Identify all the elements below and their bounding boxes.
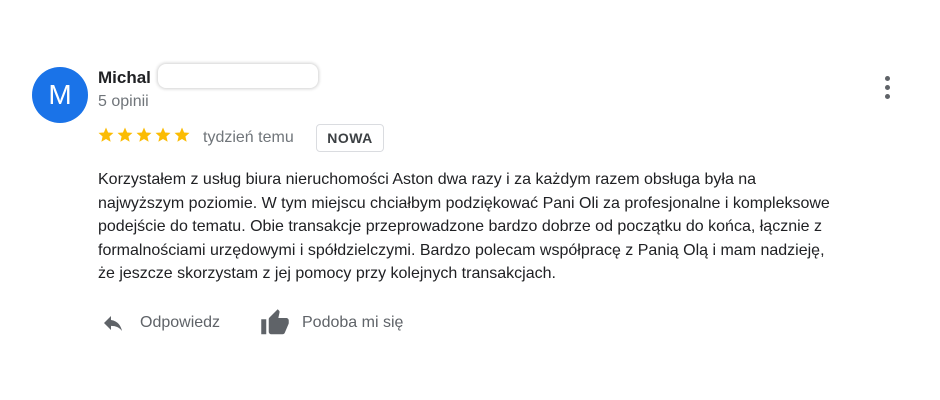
new-badge: NOWA <box>316 124 384 152</box>
star-icon <box>117 127 133 142</box>
review-card: M Michal 5 opinii tydzień temu NOWA Korz… <box>0 0 940 400</box>
avatar[interactable]: M <box>32 67 88 123</box>
more-vert-icon-dot <box>885 94 890 99</box>
reply-arrow-icon <box>104 316 122 331</box>
thumbs-up-icon <box>261 309 289 335</box>
review-text-line: najwyższym poziomie. W tym miejscu chcia… <box>98 194 830 212</box>
review-text: Korzystałem z usług biura nieruchomości … <box>98 168 898 286</box>
review-text-line: Korzystałem z usług biura nieruchomości … <box>98 171 757 188</box>
reply-button[interactable]: Odpowiedz <box>98 306 220 340</box>
more-vert-icon <box>885 76 890 81</box>
review-date: tydzień temu <box>203 129 294 146</box>
like-label: Podoba mi się <box>302 314 404 331</box>
review-text-line: że jeszcze skorzystam z jej pomocy przy … <box>98 265 556 282</box>
review-text-line: podejście do tematu. Obie transakcje prz… <box>98 218 822 235</box>
star-icon <box>174 127 190 142</box>
redacted-name-field <box>158 64 318 88</box>
star-icon <box>98 127 114 142</box>
like-button[interactable]: Podoba mi się <box>258 306 403 340</box>
reply-label: Odpowiedz <box>140 314 221 331</box>
star-icon <box>155 127 171 142</box>
more-vert-icon-dot <box>885 85 890 90</box>
author-name[interactable]: Michal <box>98 68 151 88</box>
star-rating <box>97 126 191 146</box>
star-icon <box>136 127 152 142</box>
review-text-line: formalnościami urzędowymi i spółdzielczy… <box>98 241 825 259</box>
author-review-count[interactable]: 5 opinii <box>98 93 149 111</box>
more-options-button[interactable] <box>876 74 900 102</box>
